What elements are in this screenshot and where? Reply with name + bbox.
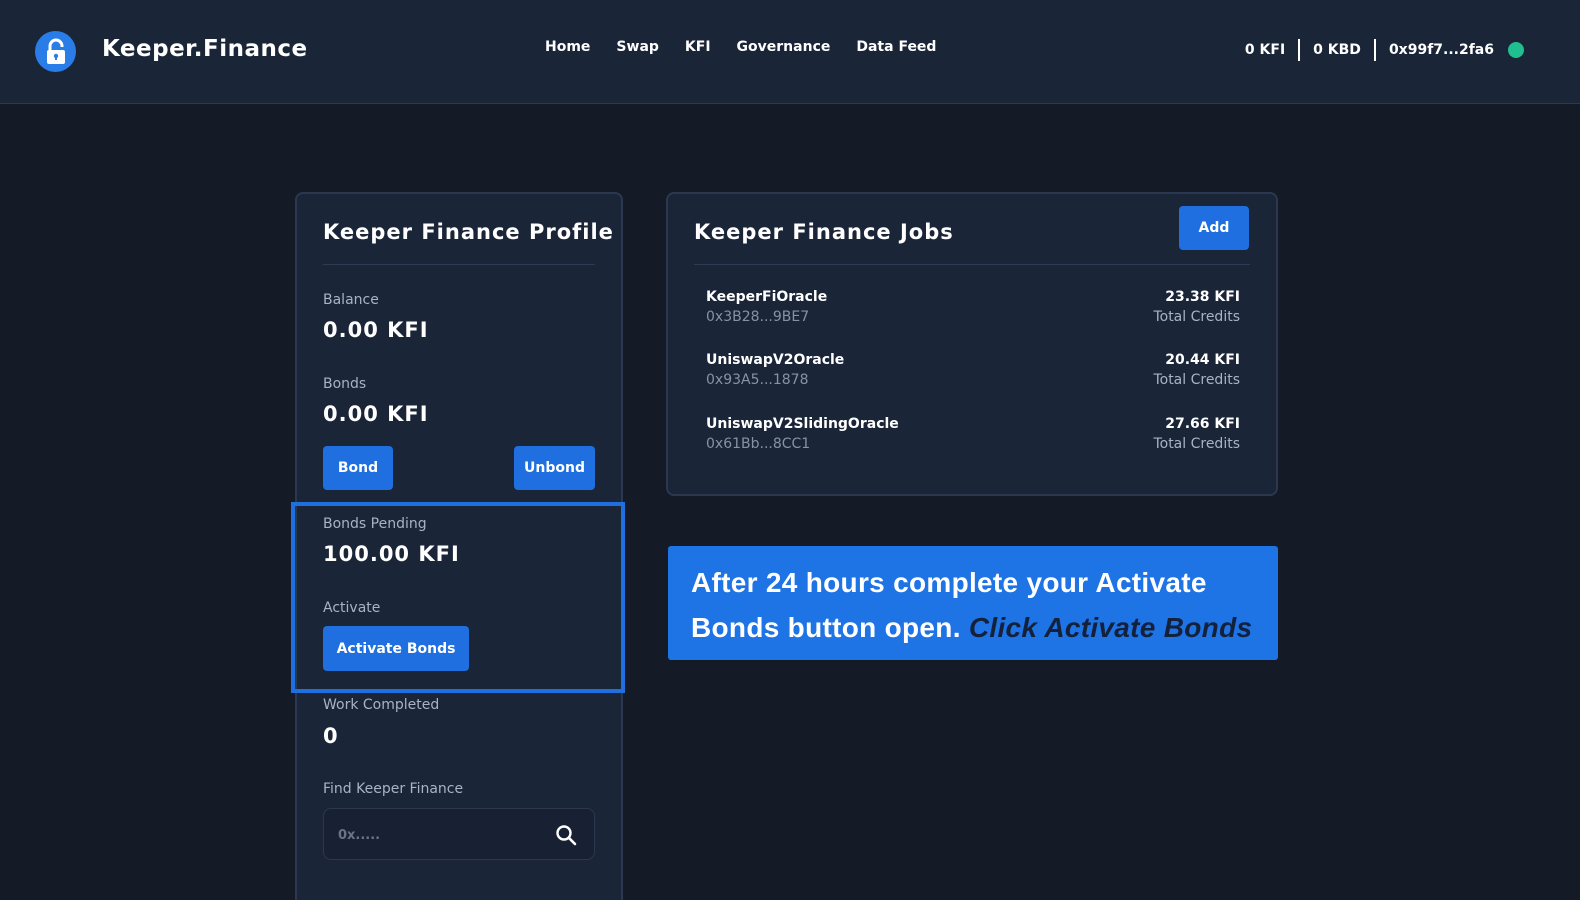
job-row[interactable]: KeeperFiOracle 0x3B28...9BE7 23.38 KFI T…	[706, 289, 1240, 331]
add-job-button[interactable]: Add	[1179, 206, 1249, 250]
jobs-title: Keeper Finance Jobs	[694, 220, 954, 244]
job-row[interactable]: UniswapV2Oracle 0x93A5...1878 20.44 KFI …	[706, 352, 1240, 394]
nav-governance[interactable]: Governance	[737, 39, 831, 55]
job-address: 0x3B28...9BE7	[706, 309, 810, 325]
profile-title: Keeper Finance Profile	[323, 220, 614, 244]
search-icon[interactable]	[554, 823, 578, 847]
banner-emphasis: Click Activate Bonds	[968, 612, 1253, 643]
top-header: Keeper.Finance Home Swap KFI Governance …	[0, 0, 1580, 104]
job-name: KeeperFiOracle	[706, 289, 828, 305]
jobs-card: Keeper Finance Jobs Add KeeperFiOracle 0…	[666, 192, 1278, 496]
keeper-search-input[interactable]	[338, 823, 538, 847]
account-info: 0 KFI 0 KBD 0x99f7...2fa6	[1245, 39, 1524, 61]
bond-button[interactable]: Bond	[323, 446, 393, 490]
job-credits-label: Total Credits	[1153, 436, 1240, 452]
divider	[323, 264, 595, 265]
find-keeper-label: Find Keeper Finance	[323, 781, 464, 797]
kbd-balance: 0 KBD	[1313, 42, 1361, 58]
search-container	[323, 808, 595, 860]
divider	[694, 264, 1250, 265]
job-amount: 20.44 KFI	[1165, 352, 1240, 368]
nav-home[interactable]: Home	[545, 39, 590, 55]
bonds-label: Bonds	[323, 376, 367, 392]
nav-swap[interactable]: Swap	[616, 39, 659, 55]
job-name: UniswapV2SlidingOracle	[706, 416, 899, 432]
kfi-balance: 0 KFI	[1244, 42, 1286, 58]
banner-text-line2: Bonds button open.	[691, 612, 969, 643]
bonds-value: 0.00 KFI	[323, 402, 429, 426]
connection-status-icon	[1508, 42, 1524, 58]
job-credits-label: Total Credits	[1153, 372, 1240, 388]
wallet-address[interactable]: 0x99f7...2fa6	[1389, 42, 1494, 58]
job-address: 0x61Bb...8CC1	[706, 436, 811, 452]
job-name: UniswapV2Oracle	[706, 352, 845, 368]
work-completed-label: Work Completed	[323, 697, 440, 713]
brand-name[interactable]: Keeper.Finance	[102, 36, 308, 62]
lock-logo-icon[interactable]	[35, 31, 76, 72]
nav-data-feed[interactable]: Data Feed	[856, 39, 936, 55]
job-row[interactable]: UniswapV2SlidingOracle 0x61Bb...8CC1 27.…	[706, 416, 1240, 458]
main-nav: Home Swap KFI Governance Data Feed	[545, 39, 936, 55]
job-address: 0x93A5...1878	[706, 372, 809, 388]
balance-value: 0.00 KFI	[323, 318, 429, 342]
bonds-pending-highlight	[291, 502, 625, 693]
divider	[1298, 39, 1301, 61]
instruction-banner: After 24 hours complete your Activate Bo…	[668, 546, 1278, 660]
nav-kfi[interactable]: KFI	[685, 39, 711, 55]
balance-label: Balance	[323, 292, 379, 308]
job-amount: 27.66 KFI	[1165, 416, 1240, 432]
job-credits-label: Total Credits	[1153, 309, 1240, 325]
divider	[1373, 39, 1376, 61]
unbond-button[interactable]: Unbond	[514, 446, 595, 490]
work-completed-value: 0	[323, 724, 339, 748]
job-amount: 23.38 KFI	[1165, 289, 1240, 305]
banner-text-line1: After 24 hours complete your Activate	[691, 567, 1207, 598]
